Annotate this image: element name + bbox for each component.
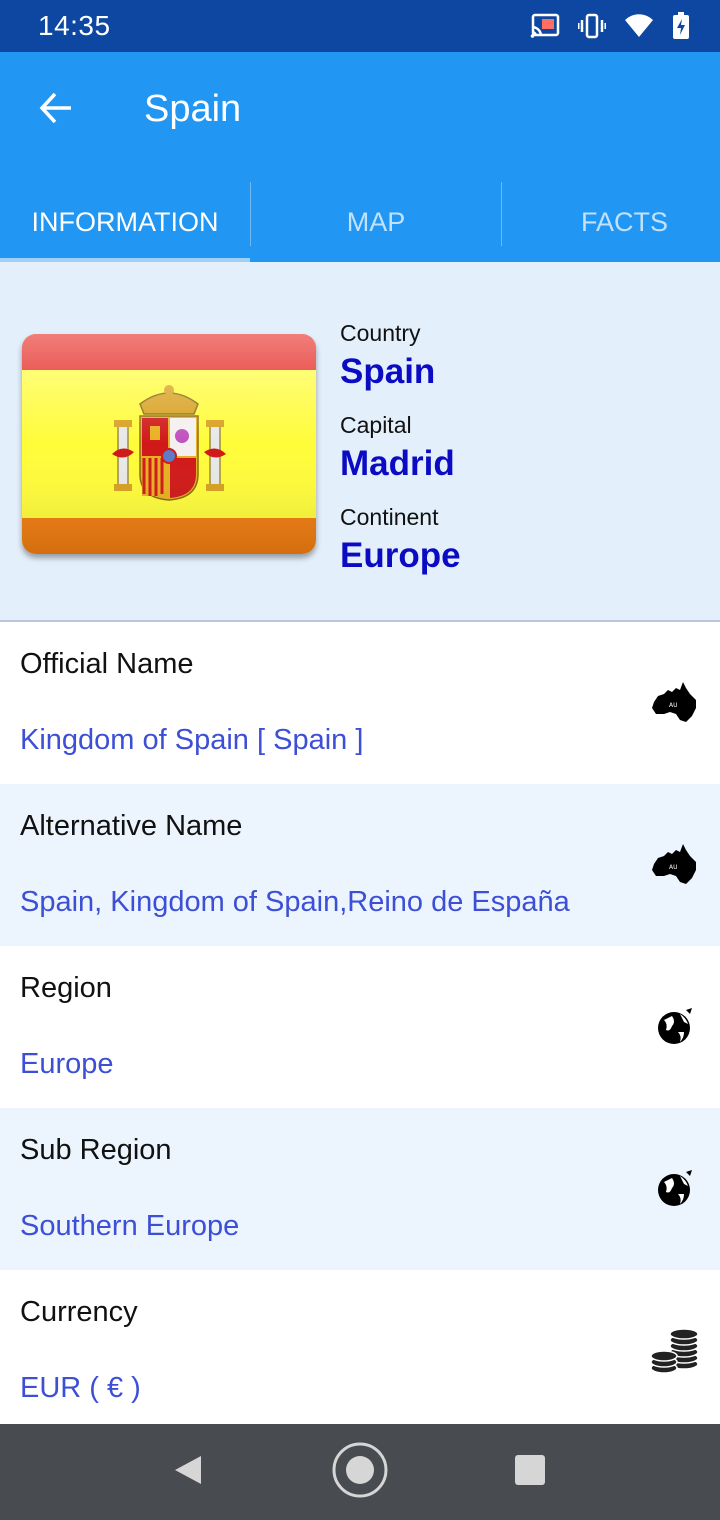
screen: 14:35 Spain INFORMATION MAP FACTS Countr… [0, 0, 720, 1520]
alternative-name-value: Spain, Kingdom of Spain,Reino de España [20, 886, 570, 918]
sub-region-label: Sub Region [20, 1134, 172, 1166]
status-time: 14:35 [38, 10, 111, 41]
page-title: Spain [144, 88, 242, 130]
country-summary: Country Spain Capital Madrid Continent E… [0, 262, 720, 622]
tab-facts[interactable]: FACTS [502, 182, 720, 262]
country-value: Spain [340, 352, 436, 391]
status-icons [530, 12, 690, 40]
region-row: Region Europe [0, 946, 720, 1108]
capital-value: Madrid [340, 444, 455, 483]
continent-value: Europe [340, 536, 461, 575]
nav-recents-button[interactable] [500, 1442, 560, 1502]
status-bar: 14:35 [0, 0, 720, 52]
official-name-label: Official Name [20, 648, 194, 680]
recents-square-icon [514, 1454, 546, 1491]
official-name-row: Official Name Kingdom of Spain [ Spain ]… [0, 622, 720, 784]
tab-map[interactable]: MAP [251, 182, 501, 262]
app-bar: Spain [0, 52, 720, 182]
globe-icon [650, 1002, 700, 1052]
battery-icon [672, 12, 690, 40]
svg-text:AU: AU [669, 702, 678, 709]
alternative-name-row: Alternative Name Spain, Kingdom of Spain… [0, 784, 720, 946]
back-triangle-icon [171, 1453, 205, 1492]
back-button[interactable] [28, 82, 84, 138]
continent-label: Continent [340, 504, 439, 530]
home-circle-icon [331, 1441, 389, 1504]
official-name-value: Kingdom of Spain [ Spain ] [20, 724, 364, 756]
system-nav-bar [0, 1424, 720, 1520]
nav-home-button[interactable] [330, 1442, 390, 1502]
sub-region-row: Sub Region Southern Europe [0, 1108, 720, 1270]
tab-information[interactable]: INFORMATION [0, 182, 250, 262]
nav-back-button[interactable] [158, 1442, 218, 1502]
cast-icon [530, 13, 560, 39]
country-info: Country Spain Capital Madrid Continent E… [340, 318, 461, 594]
tab-bar: INFORMATION MAP FACTS [0, 182, 720, 262]
region-label: Region [20, 972, 112, 1004]
svg-text:AU: AU [669, 864, 678, 871]
capital-label: Capital [340, 412, 412, 438]
vibrate-icon [578, 13, 606, 39]
sub-region-value: Southern Europe [20, 1210, 240, 1242]
wifi-icon [624, 14, 654, 38]
australia-map-icon: AU [650, 678, 700, 728]
coins-icon [650, 1326, 700, 1376]
spain-flag-image [22, 334, 316, 554]
currency-value: EUR ( € ) [20, 1372, 141, 1404]
country-label: Country [340, 320, 421, 346]
currency-row: Currency EUR ( € ) [0, 1270, 720, 1432]
currency-label: Currency [20, 1296, 138, 1328]
alternative-name-label: Alternative Name [20, 810, 243, 842]
australia-map-icon: AU [650, 840, 700, 890]
region-value: Europe [20, 1048, 114, 1080]
globe-icon [650, 1164, 700, 1214]
arrow-back-icon [38, 90, 74, 131]
